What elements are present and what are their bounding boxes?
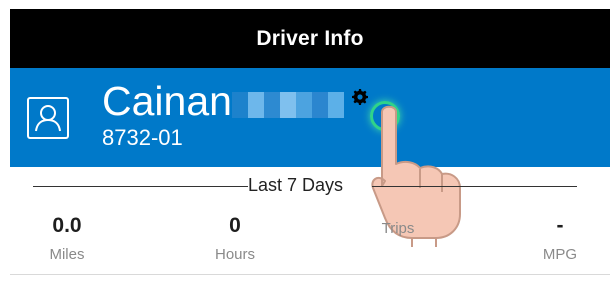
driver-profile-card[interactable]: Cainan 8732-01: [10, 68, 610, 167]
divider-left: [33, 186, 248, 187]
stat-label: Trips: [381, 220, 415, 237]
stat-miles: 0.0 Miles: [12, 213, 122, 265]
stat-mpg: - MPG: [505, 213, 610, 265]
stat-value: -: [556, 214, 564, 237]
stat-label: MPG: [542, 246, 578, 263]
period-label: Last 7 Days: [248, 175, 344, 195]
header-bar: Driver Info: [10, 9, 610, 68]
stat-value: 0.0: [52, 214, 82, 237]
stat-trips: Trips: [343, 213, 453, 239]
stat-label: Miles: [49, 246, 85, 263]
redacted-surname: [232, 92, 344, 118]
driver-id: 8732-01: [102, 125, 183, 150]
stat-hours: 0 Hours: [180, 213, 290, 265]
stat-value: 0: [229, 214, 241, 237]
divider-right: [372, 186, 577, 187]
page-title: Driver Info: [256, 26, 364, 50]
driver-name: Cainan: [102, 78, 232, 124]
bottom-divider: [10, 274, 610, 275]
person-icon: [27, 97, 69, 139]
stat-label: Hours: [214, 246, 255, 263]
